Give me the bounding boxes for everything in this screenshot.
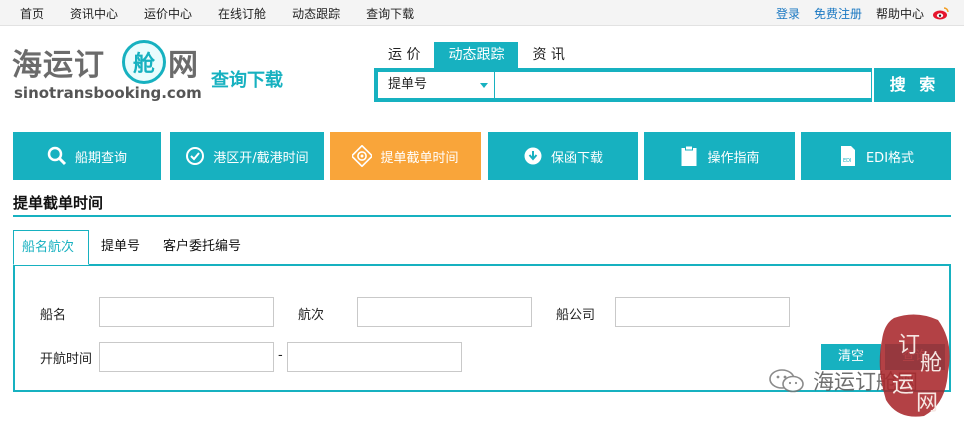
logo-circle-char: 舱 <box>132 52 155 77</box>
clock-icon <box>185 146 205 166</box>
section-title: 提单截单时间 <box>13 194 104 212</box>
clipboard-icon <box>679 145 699 166</box>
tab-customer-ref[interactable]: 客户委托编号 <box>155 230 249 265</box>
nav-schedule[interactable]: 船期查询 <box>13 132 161 180</box>
section-divider <box>13 215 951 217</box>
search-type-value: 提单号 <box>388 77 428 92</box>
top-link-home[interactable]: 首页 <box>20 5 44 22</box>
nav-guide-label: 操作指南 <box>707 150 760 166</box>
top-link-tracking[interactable]: 动态跟踪 <box>292 5 340 22</box>
svg-text:网: 网 <box>916 391 938 416</box>
sail-time-start-input[interactable] <box>99 342 274 372</box>
function-nav: 船期查询 港区开/截港时间 提单截单时间 保函下载 操作指南 EDI EDI格式 <box>13 132 951 180</box>
nav-bl-cutoff[interactable]: 提单截单时间 <box>330 132 481 180</box>
top-link-rates[interactable]: 运价中心 <box>144 5 192 22</box>
logo-text-left: 海运订 <box>12 48 105 83</box>
search-input[interactable] <box>495 72 871 98</box>
search-box: 提单号 搜 索 <box>374 68 955 102</box>
tab-ship-voyage[interactable]: 船名航次 <box>13 230 89 265</box>
search-tab-news[interactable]: 资 讯 <box>518 42 578 68</box>
login-link[interactable]: 登录 <box>776 5 800 22</box>
caret-down-icon <box>480 83 488 88</box>
wechat-icon <box>769 369 804 393</box>
logo-text-right: 网 <box>168 48 199 83</box>
nav-edi-format[interactable]: EDI EDI格式 <box>801 132 951 180</box>
top-bar: 首页 资讯中心 运价中心 在线订舱 动态跟踪 查询下载 登录 免费注册 帮助中心 <box>0 0 964 26</box>
logo-circle-icon: 舱 <box>122 40 166 84</box>
top-nav: 首页 资讯中心 运价中心 在线订舱 动态跟踪 查询下载 <box>20 0 440 26</box>
top-link-booking[interactable]: 在线订舱 <box>218 5 266 22</box>
nav-guarantee-download-label: 保函下载 <box>550 150 603 166</box>
search-button[interactable]: 搜 索 <box>872 68 955 102</box>
sail-time-end-input[interactable] <box>287 342 462 372</box>
site-logo[interactable]: 海运订 舱 网 sinotransbooking.com <box>12 40 202 106</box>
svg-text:运: 运 <box>892 373 914 398</box>
register-link[interactable]: 免费注册 <box>814 5 862 22</box>
nav-port-time-label: 港区开/截港时间 <box>213 150 309 166</box>
tab-bl-number[interactable]: 提单号 <box>93 230 148 265</box>
download-icon <box>523 146 543 166</box>
voyage-label: 航次 <box>298 308 325 323</box>
nav-guide[interactable]: 操作指南 <box>644 132 795 180</box>
search-icon <box>47 146 67 166</box>
nav-bl-cutoff-label: 提单截单时间 <box>380 150 459 166</box>
svg-text:EDI: EDI <box>843 158 851 164</box>
svg-text:订: 订 <box>898 333 920 358</box>
target-icon <box>352 145 373 167</box>
shipping-company-input[interactable] <box>615 297 790 327</box>
page-heading: 查询下载 <box>211 70 283 91</box>
search-type-select[interactable]: 提单号 <box>378 72 494 98</box>
weibo-icon[interactable] <box>932 6 950 20</box>
top-user-links: 登录 免费注册 帮助中心 <box>762 0 950 26</box>
ship-name-input[interactable] <box>99 297 274 327</box>
help-link[interactable]: 帮助中心 <box>876 5 924 22</box>
search-tabs: 运 价 动态跟踪 资 讯 <box>374 42 579 68</box>
seal-stamp-icon: 订 舱 运 网 <box>879 314 950 417</box>
voyage-input[interactable] <box>357 297 532 327</box>
top-link-news[interactable]: 资讯中心 <box>70 5 118 22</box>
logo-domain: sinotransbooking.com <box>14 84 202 102</box>
edi-file-icon: EDI <box>838 146 858 166</box>
search-tab-rates[interactable]: 运 价 <box>374 42 434 68</box>
nav-port-time[interactable]: 港区开/截港时间 <box>170 132 324 180</box>
date-range-dash: - <box>278 348 283 363</box>
svg-text:舱: 舱 <box>920 351 942 376</box>
top-link-downloads[interactable]: 查询下载 <box>366 5 414 22</box>
nav-edi-format-label: EDI格式 <box>865 150 915 166</box>
nav-guarantee-download[interactable]: 保函下载 <box>488 132 638 180</box>
nav-schedule-label: 船期查询 <box>74 150 127 166</box>
sail-time-label: 开航时间 <box>40 352 93 367</box>
search-tab-tracking[interactable]: 动态跟踪 <box>434 42 519 68</box>
shipping-company-label: 船公司 <box>556 308 596 323</box>
query-tabs: 船名航次 提单号 客户委托编号 <box>13 230 951 265</box>
ship-name-label: 船名 <box>40 308 67 323</box>
